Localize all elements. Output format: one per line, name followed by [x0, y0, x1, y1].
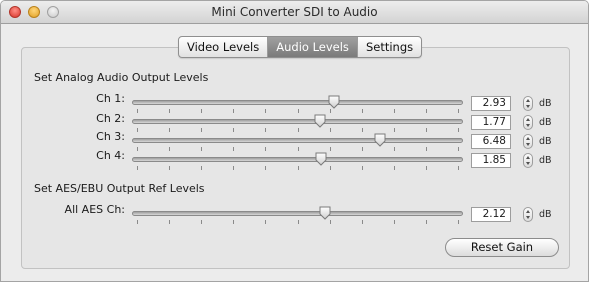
- slider-thumb-icon[interactable]: [374, 133, 386, 147]
- tab-audio-levels[interactable]: Audio Levels: [268, 37, 358, 57]
- ch1-value-field[interactable]: 2.93: [471, 96, 511, 111]
- ch1-stepper-icon[interactable]: [523, 96, 533, 111]
- ch4-value-field[interactable]: 1.85: [471, 153, 511, 168]
- slider-tick: [394, 166, 395, 170]
- aes-levels-heading: Set AES/EBU Output Ref Levels: [34, 182, 205, 195]
- tab-bar: Video Levels Audio Levels Settings: [178, 36, 423, 58]
- ch3-slider[interactable]: [132, 132, 463, 151]
- slider-tick: [137, 220, 138, 224]
- ch2-value-field[interactable]: 1.77: [471, 115, 511, 130]
- window-title: Mini Converter SDI to Audio: [211, 5, 378, 19]
- slider-tick: [265, 166, 266, 170]
- reset-gain-button[interactable]: Reset Gain: [445, 238, 559, 257]
- ch1-label: Ch 1:: [96, 92, 125, 105]
- slider-track[interactable]: [132, 119, 463, 124]
- slider-thumb-icon[interactable]: [315, 152, 327, 166]
- ch4-stepper-icon[interactable]: [523, 153, 533, 168]
- analog-levels-heading: Set Analog Audio Output Levels: [34, 71, 209, 84]
- slider-tick: [201, 220, 202, 224]
- slider-tick: [330, 220, 331, 224]
- slider-thumb-icon[interactable]: [314, 114, 326, 128]
- slider-thumb-icon[interactable]: [319, 206, 331, 220]
- ch2-slider[interactable]: [132, 113, 463, 132]
- slider-tick: [394, 220, 395, 224]
- slider-tick: [426, 166, 427, 170]
- slider-thumb-icon[interactable]: [328, 95, 340, 109]
- ch1-unit: dB: [539, 98, 552, 109]
- tab-settings[interactable]: Settings: [358, 37, 421, 57]
- ch4-label: Ch 4:: [96, 149, 125, 162]
- slider-tick: [137, 166, 138, 170]
- slider-tick: [330, 166, 331, 170]
- slider-tick: [169, 166, 170, 170]
- aes-channel-label: All AES Ch:: [64, 203, 125, 216]
- ch3-label: Ch 3:: [96, 130, 125, 143]
- slider-tick: [362, 166, 363, 170]
- ch2-label: Ch 2:: [96, 112, 125, 125]
- ch4-slider[interactable]: [132, 151, 463, 170]
- slider-tick: [458, 220, 459, 224]
- ch4-unit: dB: [539, 155, 552, 166]
- slider-tick: [201, 166, 202, 170]
- slider-tick: [169, 220, 170, 224]
- slider-tick: [298, 166, 299, 170]
- ch3-unit: dB: [539, 136, 552, 147]
- slider-tick: [233, 220, 234, 224]
- aes-stepper-icon[interactable]: [523, 207, 533, 222]
- slider-tick: [265, 220, 266, 224]
- slider-tick: [233, 166, 234, 170]
- slider-track[interactable]: [132, 138, 463, 143]
- ch2-unit: dB: [539, 117, 552, 128]
- slider-tick: [298, 220, 299, 224]
- tab-video-levels[interactable]: Video Levels: [179, 37, 269, 57]
- ch1-slider[interactable]: [132, 94, 463, 113]
- aes-unit: dB: [539, 209, 552, 220]
- app-window: Mini Converter SDI to Audio Video Levels…: [0, 0, 589, 282]
- aes-slider[interactable]: [132, 205, 463, 224]
- slider-track[interactable]: [132, 157, 463, 162]
- slider-tick: [362, 220, 363, 224]
- slider-tick: [426, 220, 427, 224]
- ch3-value-field[interactable]: 6.48: [471, 134, 511, 149]
- slider-track[interactable]: [132, 211, 463, 216]
- ch3-stepper-icon[interactable]: [523, 134, 533, 149]
- slider-track[interactable]: [132, 100, 463, 105]
- slider-tick: [458, 166, 459, 170]
- title-bar: Mini Converter SDI to Audio: [1, 1, 588, 24]
- ch2-stepper-icon[interactable]: [523, 115, 533, 130]
- aes-value-field[interactable]: 2.12: [471, 207, 511, 222]
